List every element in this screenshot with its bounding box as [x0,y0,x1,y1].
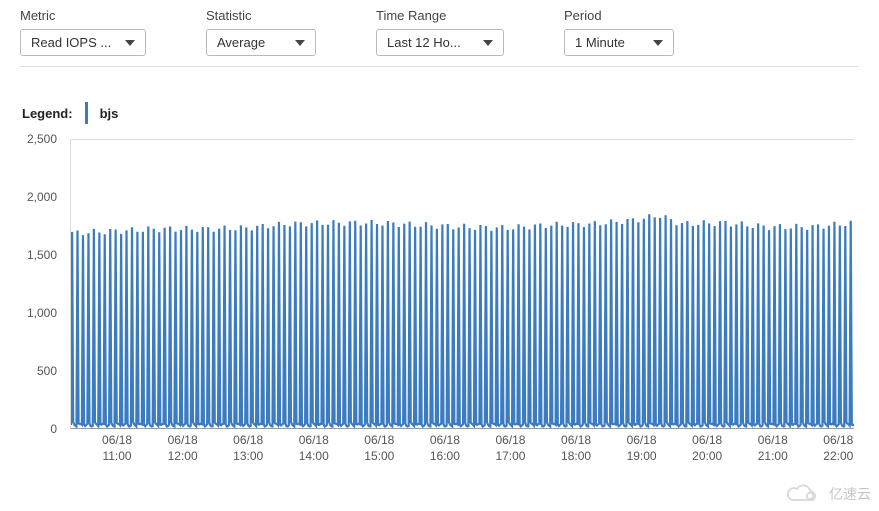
legend-title: Legend: [22,106,73,121]
statistic-group: Statistic Average [206,8,316,56]
watermark-text: 亿速云 [829,484,871,504]
legend-color-swatch [85,102,88,124]
series-line [71,214,854,426]
period-label: Period [564,8,674,23]
period-value: 1 Minute [575,35,625,50]
metric-label: Metric [20,8,146,23]
timerange-group: Time Range Last 12 Ho... [376,8,504,56]
caret-down-icon [483,40,493,46]
y-tick: 500 [37,364,57,378]
x-tick: 06/1820:00 [692,433,722,464]
x-tick: 06/1815:00 [364,433,394,464]
metric-value: Read IOPS ... [31,35,111,50]
x-tick: 06/1813:00 [233,433,263,464]
timerange-value: Last 12 Ho... [387,35,461,50]
y-tick: 1,500 [27,248,57,262]
y-tick: 2,000 [27,190,57,204]
timerange-label: Time Range [376,8,504,23]
period-select[interactable]: 1 Minute [564,29,674,56]
metric-group: Metric Read IOPS ... [20,8,146,56]
x-tick: 06/1814:00 [299,433,329,464]
legend-series-name: bjs [100,106,119,121]
x-tick: 06/1817:00 [495,433,525,464]
x-tick: 06/1812:00 [168,433,198,464]
statistic-label: Statistic [206,8,316,23]
x-tick: 06/1816:00 [430,433,460,464]
x-tick: 06/1811:00 [102,433,132,464]
caret-down-icon [653,40,663,46]
timerange-select[interactable]: Last 12 Ho... [376,29,504,56]
x-tick: 06/1818:00 [561,433,591,464]
y-axis: 05001,0001,5002,0002,500 [20,139,65,429]
metric-select[interactable]: Read IOPS ... [20,29,146,56]
y-tick: 0 [50,422,57,436]
x-tick: 06/1821:00 [758,433,788,464]
x-tick: 06/1822:00 [823,433,853,464]
x-axis: 06/1811:00 06/1812:00 06/1813:00 06/1814:00… [70,431,854,469]
period-group: Period 1 Minute [564,8,674,56]
caret-down-icon [125,40,135,46]
controls-bar: Metric Read IOPS ... Statistic Average T… [20,8,859,67]
cloud-icon [785,483,823,505]
statistic-select[interactable]: Average [206,29,316,56]
y-tick: 1,000 [27,306,57,320]
chart: 05001,0001,5002,0002,500 06/1811:0006/18… [20,139,859,469]
caret-down-icon [295,40,305,46]
watermark: 亿速云 [785,483,871,505]
plot-area [70,139,854,429]
y-tick: 2,500 [27,132,57,146]
chart-svg [71,140,854,428]
statistic-value: Average [217,35,265,50]
x-tick: 06/1819:00 [627,433,657,464]
legend: Legend: bjs [20,102,859,124]
